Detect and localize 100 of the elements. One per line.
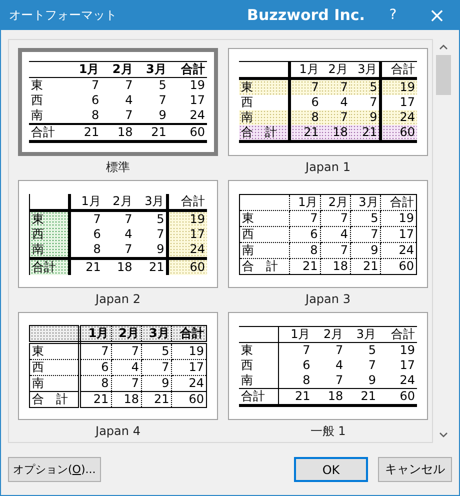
format-name: Japan 1 (306, 159, 350, 176)
cancel-button[interactable]: キャンセル (378, 457, 452, 482)
scroll-down-icon[interactable] (439, 432, 448, 438)
table-value: 9 (370, 242, 378, 256)
format-preview[interactable]: 1月 2月 3月 合計 東 7 7 5 19 西 6 4 7 17 南 8 7 9 24 合計 21 18 21 60 (18, 180, 218, 288)
table-value: 18 (328, 388, 344, 402)
format-preview[interactable]: 1月 2月 3月 合計 東 7 7 5 19 西 6 4 7 17 南 8 7 9 24 合 計 21 18 21 60 (18, 312, 218, 420)
table-value: 18 (117, 125, 133, 139)
row-label: 西 (32, 226, 44, 240)
table-value: 21 (84, 125, 100, 139)
column-header: 1月 (81, 194, 101, 208)
table-value: 5 (156, 212, 164, 226)
row-label: 西 (31, 93, 43, 107)
window-title: オートフォーマット (9, 6, 118, 24)
row-label: 合 計 (241, 125, 277, 139)
row-label: 南 (32, 376, 44, 390)
column-header: 2月 (328, 194, 348, 208)
column-header: 3月 (356, 326, 376, 340)
format-name: 標準 (106, 159, 130, 176)
table-value: 21 (154, 392, 170, 406)
table-value: 17 (398, 226, 414, 240)
table-value: 6 (101, 360, 109, 374)
format-preview[interactable]: 1月 2月 3月 合計 東 7 7 5 19 西 6 4 7 17 南 8 7 9 24 合 計 21 18 21 60 (228, 180, 428, 288)
table-value: 8 (92, 108, 100, 122)
table-value: 19 (398, 210, 414, 224)
table-value: 6 (310, 226, 318, 240)
table-value: 6 (92, 93, 100, 107)
row-label: 南 (31, 108, 43, 122)
column-header: 合計 (390, 194, 414, 208)
row-label: 合 計 (32, 392, 68, 406)
column-header: 3月 (146, 62, 166, 76)
row-label: 東 (242, 210, 254, 224)
scroll-thumb[interactable] (436, 55, 451, 95)
column-header: 3月 (148, 326, 170, 340)
column-header: 2月 (328, 62, 348, 76)
table-value: 7 (125, 108, 133, 122)
table-value: 18 (332, 125, 348, 139)
table-value: 9 (368, 372, 376, 386)
table-value: 6 (93, 226, 101, 240)
row-label: 東 (241, 342, 253, 356)
table-value: 4 (340, 95, 348, 109)
table-value: 4 (124, 226, 132, 240)
table-value: 21 (93, 392, 109, 406)
column-header: 合計 (181, 194, 205, 208)
table-value: 17 (190, 93, 205, 107)
column-header: 合計 (180, 326, 204, 340)
scroll-up-icon[interactable] (439, 44, 448, 50)
table-value: 7 (335, 372, 344, 386)
column-header: 2月 (112, 62, 133, 76)
row-label: 西 (32, 360, 44, 374)
table-value: 24 (400, 110, 415, 124)
format-preview[interactable]: 1月 2月 3月 合計 東 7 7 5 19 西 6 4 7 17 南 8 7 9 24 合計 21 18 21 60 (228, 312, 428, 420)
table-value: 4 (131, 360, 139, 374)
column-header: 2月 (118, 326, 139, 340)
table-value: 9 (162, 376, 170, 390)
table-value: 24 (190, 108, 205, 122)
column-header: 1月 (88, 326, 109, 340)
column-header: 2月 (323, 326, 344, 340)
table-value: 7 (311, 80, 319, 94)
table-value: 7 (93, 212, 101, 226)
help-button[interactable]: ? (379, 0, 407, 30)
table-value: 21 (362, 125, 378, 139)
table-value: 5 (158, 78, 166, 92)
column-header: 3月 (358, 194, 378, 208)
row-label: 東 (241, 80, 253, 94)
table-value: 21 (363, 258, 378, 272)
close-button[interactable]: × (415, 0, 459, 30)
table-value: 19 (400, 342, 415, 356)
table-value: 9 (156, 242, 164, 256)
format-name: Japan 4 (96, 423, 140, 440)
ok-button[interactable]: OK (294, 457, 368, 482)
table-value: 17 (400, 95, 415, 109)
table-value: 60 (400, 388, 415, 402)
table-value: 7 (101, 344, 109, 358)
table-value: 19 (188, 344, 204, 358)
row-label: 合 計 (242, 258, 278, 272)
row-label: 西 (241, 95, 253, 109)
options-button[interactable]: オプション(O)... (8, 457, 101, 482)
format-preview[interactable]: 1月 2月 3月 合計 東 7 7 5 19 西 6 4 7 17 南 8 7 9 24 合 計 21 18 21 60 (228, 48, 428, 156)
format-name: Japan 2 (96, 291, 140, 308)
table-value: 5 (370, 80, 378, 94)
table-value: 19 (190, 78, 205, 92)
table-value: 7 (370, 226, 378, 240)
table-value: 8 (302, 372, 310, 386)
table-value: 9 (158, 108, 166, 122)
table-value: 7 (340, 80, 348, 94)
table-value: 7 (302, 342, 310, 356)
table-value: 7 (124, 212, 132, 226)
brand-name: Buzzword Inc. (247, 6, 365, 24)
column-header: 2月 (112, 194, 132, 208)
column-header: 合計 (391, 326, 415, 340)
row-label: 合計 (241, 388, 265, 402)
format-preview[interactable]: 1月 2月 3月 合計 東 7 7 5 19 西 6 4 7 17 南 8 7 9 24 合計 21 18 21 60 (18, 48, 218, 156)
table-value: 18 (332, 258, 348, 272)
row-label: 東 (31, 78, 43, 92)
table-value: 7 (310, 210, 318, 224)
table-value: 7 (340, 210, 348, 224)
table-value: 4 (335, 358, 344, 372)
row-label: 西 (241, 358, 253, 372)
column-header: 1月 (299, 62, 319, 76)
